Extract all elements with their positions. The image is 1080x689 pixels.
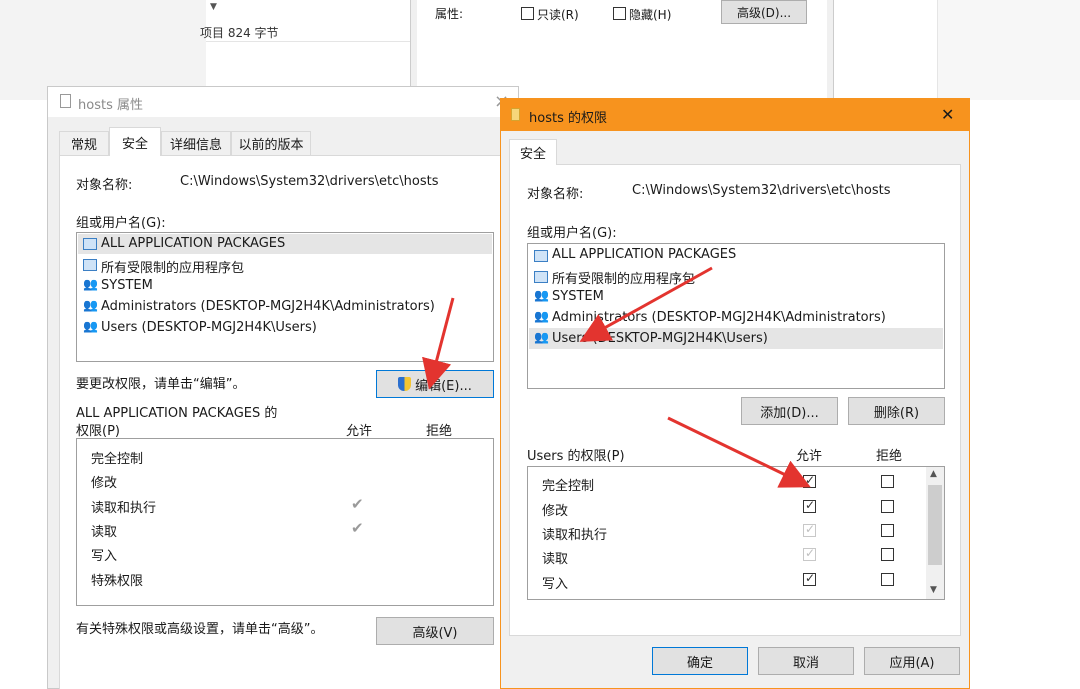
annotation-arrows (422, 266, 811, 488)
arrow-to-edit-button (422, 297, 455, 390)
tab-security[interactable]: 安全 (509, 139, 557, 165)
arrow-to-full-control (667, 416, 811, 488)
arrow-to-users (579, 266, 713, 342)
tab-security[interactable]: 安全 (109, 127, 161, 156)
